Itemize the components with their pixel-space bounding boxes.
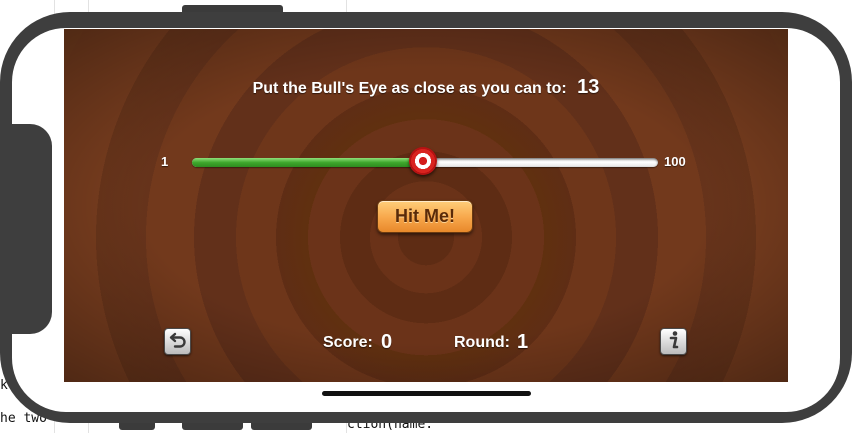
info-button[interactable]: [660, 328, 687, 355]
home-indicator: [322, 391, 531, 396]
round-value: 1: [517, 331, 529, 353]
score-value: 0: [381, 331, 393, 353]
slider[interactable]: [192, 147, 658, 175]
game-screen: Put the Bull's Eye as close as you can t…: [64, 29, 788, 382]
phone-notch: [12, 124, 52, 334]
slider-min-label: 1: [161, 154, 169, 169]
target-row: Put the Bull's Eye as close as you can t…: [64, 76, 788, 99]
screenshot-stage: k he two ction(name: Put the Bull's Eye …: [0, 0, 852, 433]
info-i-icon: [668, 330, 680, 353]
hit-me-button[interactable]: Hit Me!: [377, 200, 473, 233]
start-over-button[interactable]: [164, 328, 191, 355]
undo-arrow-icon: [169, 332, 187, 351]
round-label: Round:: [454, 334, 510, 351]
slider-max-label: 100: [664, 154, 686, 169]
target-prompt: Put the Bull's Eye as close as you can t…: [252, 80, 567, 97]
target-value: 13: [577, 76, 600, 98]
bullseye-thumb[interactable]: [409, 147, 437, 175]
slider-fill: [192, 158, 423, 167]
score-label: Score:: [323, 334, 373, 351]
